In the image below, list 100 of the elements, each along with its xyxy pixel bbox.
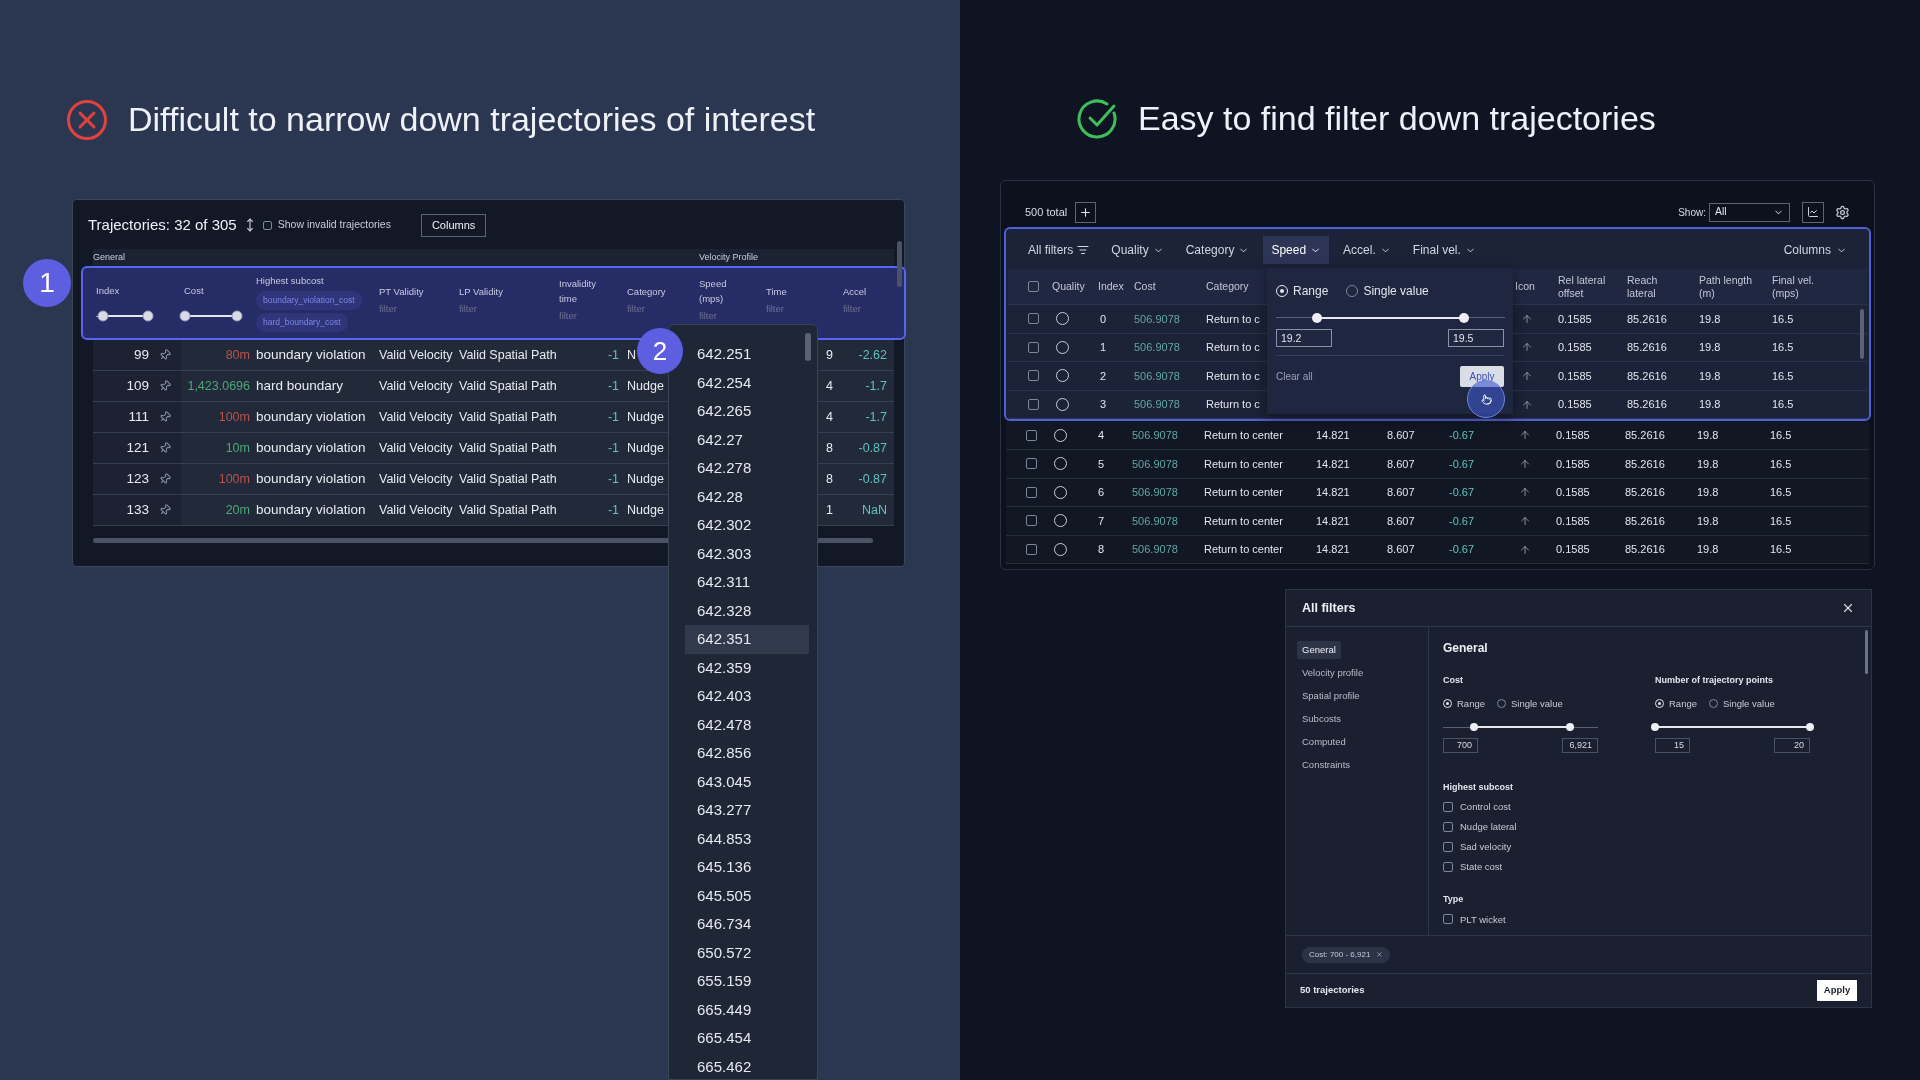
scrollbar[interactable]	[897, 241, 902, 287]
column-header: Quality	[1052, 280, 1085, 293]
checkbox[interactable]	[1443, 861, 1453, 872]
apply-button[interactable]: Apply	[1817, 980, 1857, 1001]
table-cell-text: 8.607	[1386, 456, 1416, 472]
dropdown-item[interactable]: 642.303	[685, 539, 809, 568]
filter-tab[interactable]: Category	[1177, 236, 1258, 264]
dropdown-item[interactable]: 645.136	[685, 853, 809, 882]
table-cell-text: -2.62	[857, 346, 888, 364]
filter-tab[interactable]: Final vel.	[1404, 236, 1484, 264]
checkbox[interactable]	[1028, 341, 1039, 353]
dropdown-item[interactable]: 642.403	[685, 682, 809, 711]
dropdown-item[interactable]: 642.311	[685, 568, 809, 597]
checkbox[interactable]	[1026, 486, 1037, 498]
dropdown-item[interactable]: 665.454	[685, 1024, 809, 1053]
min-input[interactable]: 700	[1443, 737, 1478, 753]
table-cell-text: 4	[826, 377, 833, 395]
dropdown-item[interactable]: 642.27	[685, 425, 809, 454]
filter-tab[interactable]: Quality	[1103, 236, 1172, 264]
filter-tab[interactable]: Accel.	[1335, 236, 1399, 264]
dropdown-item[interactable]: 644.853	[685, 824, 809, 853]
nav-item[interactable]: Velocity profile	[1297, 664, 1369, 682]
checkbox[interactable]	[1028, 281, 1039, 292]
checkbox[interactable]	[1028, 313, 1039, 325]
remove-icon[interactable]	[1376, 951, 1384, 958]
max-input[interactable]: 19.5	[1448, 329, 1504, 347]
checkbox[interactable]	[1028, 370, 1039, 382]
scrollbar[interactable]	[805, 333, 811, 361]
checkbox[interactable]	[1443, 914, 1453, 925]
scrollbar[interactable]	[1860, 309, 1864, 359]
columns-menu[interactable]: Columns	[1775, 236, 1855, 264]
checkbox[interactable]	[262, 220, 272, 230]
settings-icon[interactable]	[1835, 204, 1850, 220]
max-input[interactable]: 20	[1774, 737, 1810, 753]
show-select[interactable]: All	[1709, 202, 1790, 222]
filter-chip[interactable]: hard_boundary_cost	[256, 313, 348, 332]
filter-tab[interactable]: Speed	[1263, 236, 1330, 264]
dropdown-item[interactable]: 642.478	[685, 710, 809, 739]
add-button[interactable]	[1075, 201, 1097, 223]
nav-item[interactable]: Subcosts	[1297, 710, 1347, 728]
slider-thumb[interactable]	[1651, 723, 1659, 732]
dropdown-item[interactable]: 642.251	[685, 340, 809, 369]
nav-item[interactable]: Computed	[1297, 733, 1351, 751]
checkbox[interactable]	[1026, 458, 1037, 470]
checkbox[interactable]	[1028, 399, 1039, 411]
nav-item[interactable]: Spatial profile	[1297, 687, 1365, 705]
slider-thumb[interactable]	[231, 310, 243, 322]
max-input[interactable]: 6,921	[1562, 737, 1598, 753]
clear-all-link[interactable]: Clear all	[1276, 369, 1313, 384]
table-cell-text: 19.8	[1698, 397, 1722, 413]
index-cell-text: 133	[126, 500, 149, 519]
dropdown-item[interactable]: 643.277	[685, 796, 809, 825]
checkbox[interactable]	[1026, 515, 1037, 527]
filter-tab[interactable]: All filters	[1020, 236, 1098, 264]
slider-thumb[interactable]	[142, 310, 153, 322]
apply-button[interactable]: Apply	[1460, 366, 1504, 387]
slider-thumb[interactable]	[179, 310, 191, 322]
table-cell-text: 1	[826, 501, 833, 519]
checkbox[interactable]	[1443, 841, 1453, 852]
checkbox[interactable]	[1026, 544, 1037, 556]
nav-item[interactable]: Constraints	[1297, 756, 1356, 774]
table-cell-text: Nudge	[627, 377, 664, 395]
dropdown-item[interactable]: 642.254	[685, 368, 809, 397]
dropdown-item[interactable]: 642.265	[685, 397, 809, 426]
slider-thumb[interactable]	[1312, 312, 1323, 323]
dropdown-item[interactable]: 645.505	[685, 881, 809, 910]
table-cell-text: 8	[826, 470, 833, 488]
dropdown-item[interactable]: 642.856	[685, 739, 809, 768]
table-cell-text: 14.821	[1315, 485, 1351, 501]
min-input[interactable]: 15	[1655, 737, 1690, 753]
dropdown-item[interactable]: 642.278	[685, 454, 809, 483]
columns-button[interactable]: Columns	[420, 213, 487, 237]
dropdown-item[interactable]: 655.159	[685, 967, 809, 996]
dropdown-item[interactable]: 665.449	[685, 995, 809, 1024]
table-cell-text: 0.1585	[1557, 340, 1593, 356]
min-input[interactable]: 19.2	[1276, 329, 1332, 347]
dropdown-item[interactable]: 642.328	[685, 596, 809, 625]
dropdown-item[interactable]: 642.351	[685, 625, 809, 654]
checkbox[interactable]	[1443, 801, 1453, 812]
close-icon[interactable]	[1841, 601, 1855, 615]
slider-thumb[interactable]	[97, 310, 109, 322]
checkbox[interactable]	[1443, 821, 1453, 832]
dropdown-item[interactable]: 643.045	[685, 767, 809, 796]
slider-thumb[interactable]	[1458, 312, 1469, 323]
dropdown-item[interactable]: 642.302	[685, 511, 809, 540]
slider-thumb[interactable]	[1566, 723, 1575, 732]
dropdown-item[interactable]: 646.734	[685, 910, 809, 939]
dropdown-item[interactable]: 642.359	[685, 653, 809, 682]
dropdown-item[interactable]: 650.572	[685, 938, 809, 967]
slider-thumb[interactable]	[1470, 723, 1478, 732]
cost-cell-text: 506.9078	[1134, 340, 1181, 356]
active-filter-chip[interactable]: Cost: 700 - 6,921	[1302, 946, 1391, 963]
slider-thumb[interactable]	[1806, 723, 1814, 732]
nav-item[interactable]: General	[1297, 641, 1341, 659]
filter-chip[interactable]: boundary_violation_cost	[256, 291, 362, 311]
dropdown-item[interactable]: 642.28	[685, 482, 809, 511]
checkbox[interactable]	[1026, 429, 1037, 441]
dropdown-item[interactable]: 665.462	[685, 1052, 809, 1079]
chart-button[interactable]	[1802, 201, 1824, 223]
scrollbar[interactable]	[1865, 630, 1868, 674]
